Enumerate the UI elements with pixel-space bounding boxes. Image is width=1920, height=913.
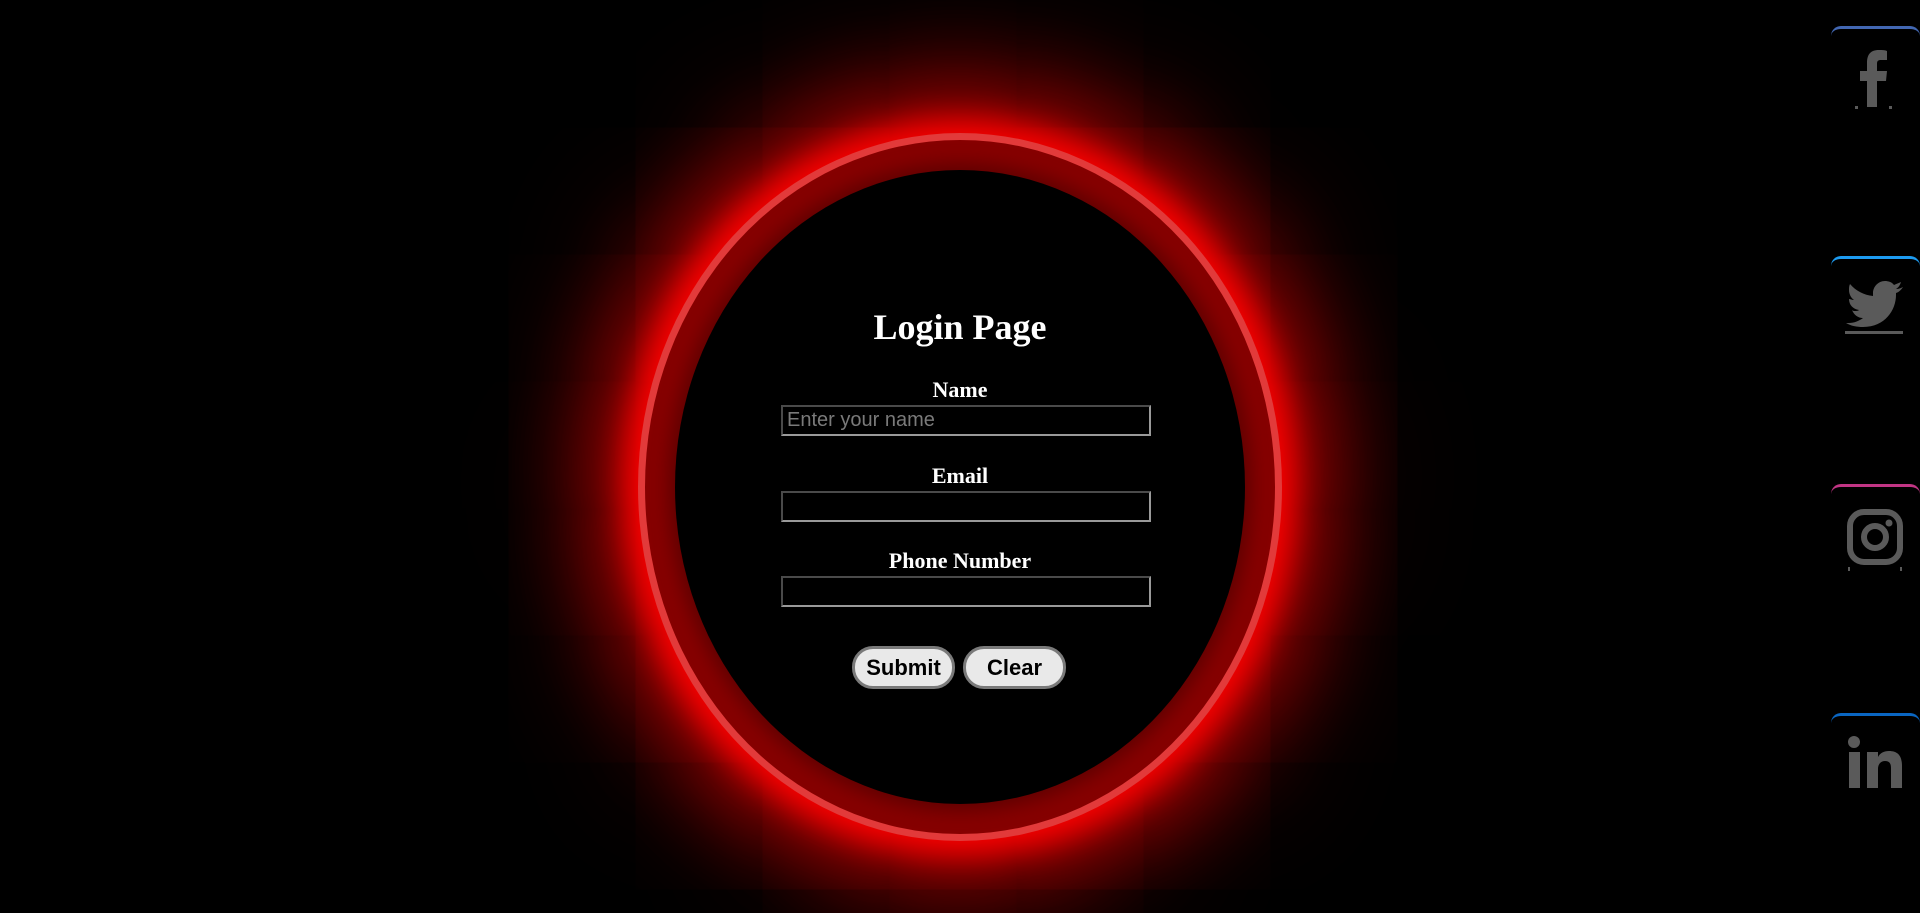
- page-title: Login Page: [873, 307, 1047, 347]
- phone-label: Phone Number: [888, 548, 1032, 573]
- clear-button[interactable]: Clear: [963, 646, 1066, 689]
- login-form: Login Page Name Email Phone Number Submi…: [675, 170, 1245, 804]
- twitter-link[interactable]: [1831, 256, 1920, 348]
- phone-input[interactable]: [781, 576, 1151, 607]
- instagram-icon: [1847, 509, 1903, 571]
- email-label: Email: [931, 463, 989, 488]
- submit-button[interactable]: Submit: [852, 646, 955, 689]
- facebook-link[interactable]: [1831, 26, 1920, 118]
- twitter-icon: [1845, 281, 1903, 334]
- linkedin-icon: [1848, 736, 1902, 788]
- instagram-link[interactable]: [1831, 484, 1920, 576]
- facebook-icon: [1855, 50, 1892, 109]
- name-input[interactable]: [781, 405, 1151, 436]
- name-label: Name: [932, 377, 988, 402]
- linkedin-link[interactable]: [1831, 713, 1920, 805]
- email-input[interactable]: [781, 491, 1151, 522]
